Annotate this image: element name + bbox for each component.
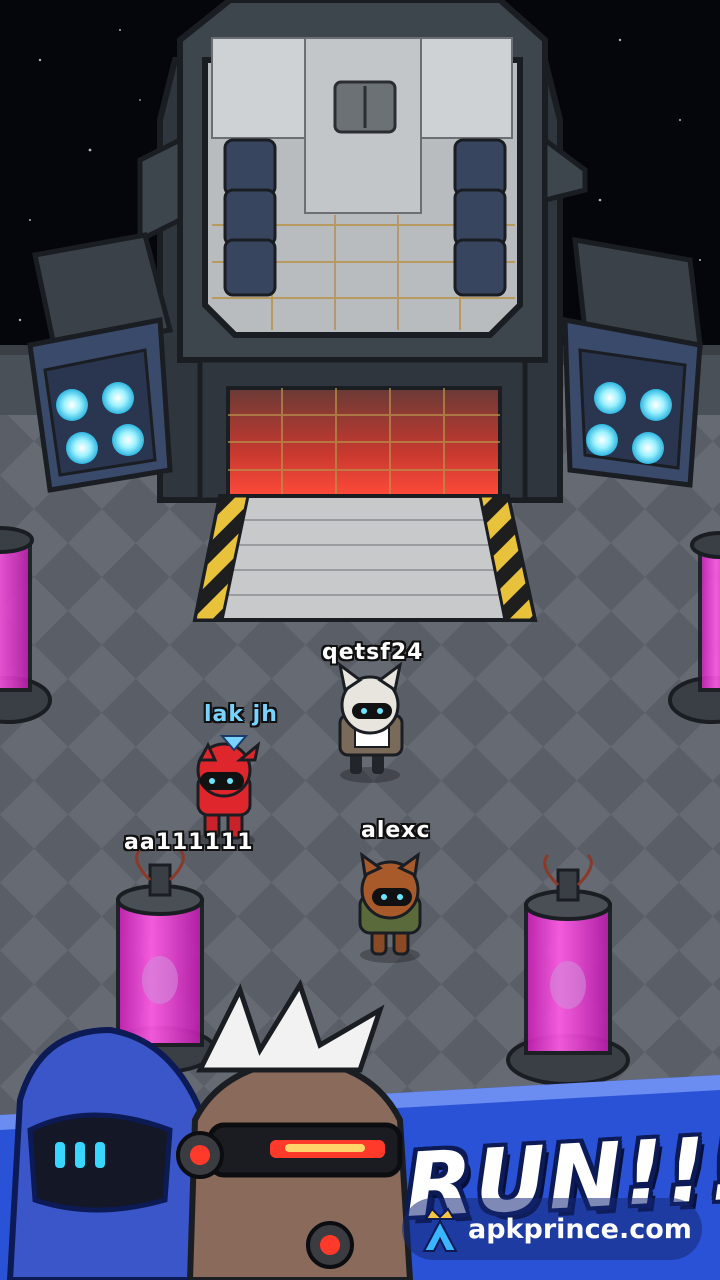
- apkprince-logo-icon: [422, 1207, 458, 1252]
- right-thruster: [562, 236, 703, 488]
- player-name-alexc: alexc: [361, 818, 431, 843]
- player-name-qetsf24: qetsf24: [322, 640, 424, 665]
- left-thruster: [27, 232, 174, 493]
- watermark-text: apkprince.com: [468, 1213, 692, 1245]
- player-name-aa111111: aa111111: [124, 830, 254, 855]
- watermark: apkprince.com: [402, 1198, 702, 1260]
- player-name-lakjh: lak jh: [204, 702, 278, 727]
